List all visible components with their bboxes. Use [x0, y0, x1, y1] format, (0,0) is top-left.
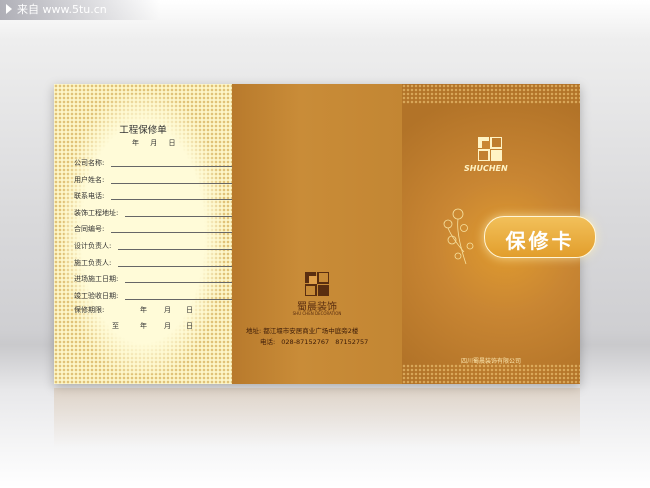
warranty-end-month: 月	[164, 322, 171, 330]
cover-title: 保修卡	[505, 229, 575, 253]
warranty-label: 保修期限:	[74, 306, 105, 314]
brand-wordmark: SHUCHEN	[464, 164, 508, 173]
form-field-line	[118, 249, 232, 250]
form-field-line	[125, 282, 232, 284]
phone-number-1: 028-87152767	[281, 338, 330, 346]
warranty-year: 年	[140, 306, 147, 314]
phone-text: 电话: 028-87152767 87152757	[260, 336, 368, 346]
form-field-label: 装饰工程地址:	[74, 208, 119, 217]
address-text: 地址: 都江堰市安居商业广场中庭旁2楼	[246, 327, 359, 335]
flower-ornament-icon	[443, 208, 474, 265]
form-field-label: 用户姓名:	[74, 175, 105, 184]
phone-label: 电话:	[260, 338, 276, 346]
form-field-line	[111, 166, 232, 167]
warranty-card: 工程保修单 年 月 日 公司名称: 用户姓名: 联系电话: 装饰工程地址: 合同编号: 设…	[54, 84, 596, 384]
warranty-form-panel: 工程保修单 年 月 日 公司名称: 用户姓名: 联系电话: 装饰工程地址: 合同编号: 设…	[54, 84, 232, 384]
warranty-card-badge: 保修卡	[484, 216, 596, 258]
form-field-label: 进场施工日期:	[74, 275, 119, 284]
back-panel: 蜀晨装饰 SHU CHEN DECORATION 地址: 都江堰市安居商业广场中…	[232, 84, 402, 384]
warranty-end-year: 年	[140, 322, 147, 330]
company-logo-icon	[305, 272, 329, 296]
form-field-line	[125, 215, 232, 217]
watermark: 来自 www.5tu.cn	[0, 0, 160, 20]
form-field-label: 施工负责人:	[74, 258, 112, 267]
card-reflection	[54, 388, 580, 448]
form-field-line	[111, 182, 232, 184]
warranty-day: 日	[186, 306, 193, 314]
form-date: 年 月 日	[132, 139, 176, 147]
cover-panel: SHUCHEN 保修卡 四川蜀晨装饰有限公司	[402, 84, 596, 384]
form-field-line	[125, 298, 232, 300]
form-field-label: 联系电话:	[74, 192, 105, 201]
warranty-month: 月	[164, 306, 171, 314]
warranty-to: 至	[112, 322, 119, 330]
phone-number-2: 87152757	[335, 338, 369, 346]
form-field-line	[111, 232, 232, 234]
arrow-icon	[6, 4, 12, 14]
form-title: 工程保修单	[119, 125, 167, 136]
form-field-label: 设计负责人:	[74, 242, 112, 250]
brand-logo-icon	[478, 137, 502, 161]
watermark-text: 来自 www.5tu.cn	[17, 3, 107, 16]
warranty-end-day: 日	[186, 322, 193, 330]
form-field-line	[111, 199, 232, 201]
company-name: 四川蜀晨装饰有限公司	[460, 358, 521, 365]
form-field-label: 竣工验收日期:	[74, 291, 119, 300]
form-field-label: 公司名称:	[74, 159, 105, 167]
form-field-line	[118, 265, 232, 267]
form-field-label: 合同编号:	[74, 225, 105, 234]
brand-subtitle: SHU CHEN DECORATION	[292, 311, 342, 316]
